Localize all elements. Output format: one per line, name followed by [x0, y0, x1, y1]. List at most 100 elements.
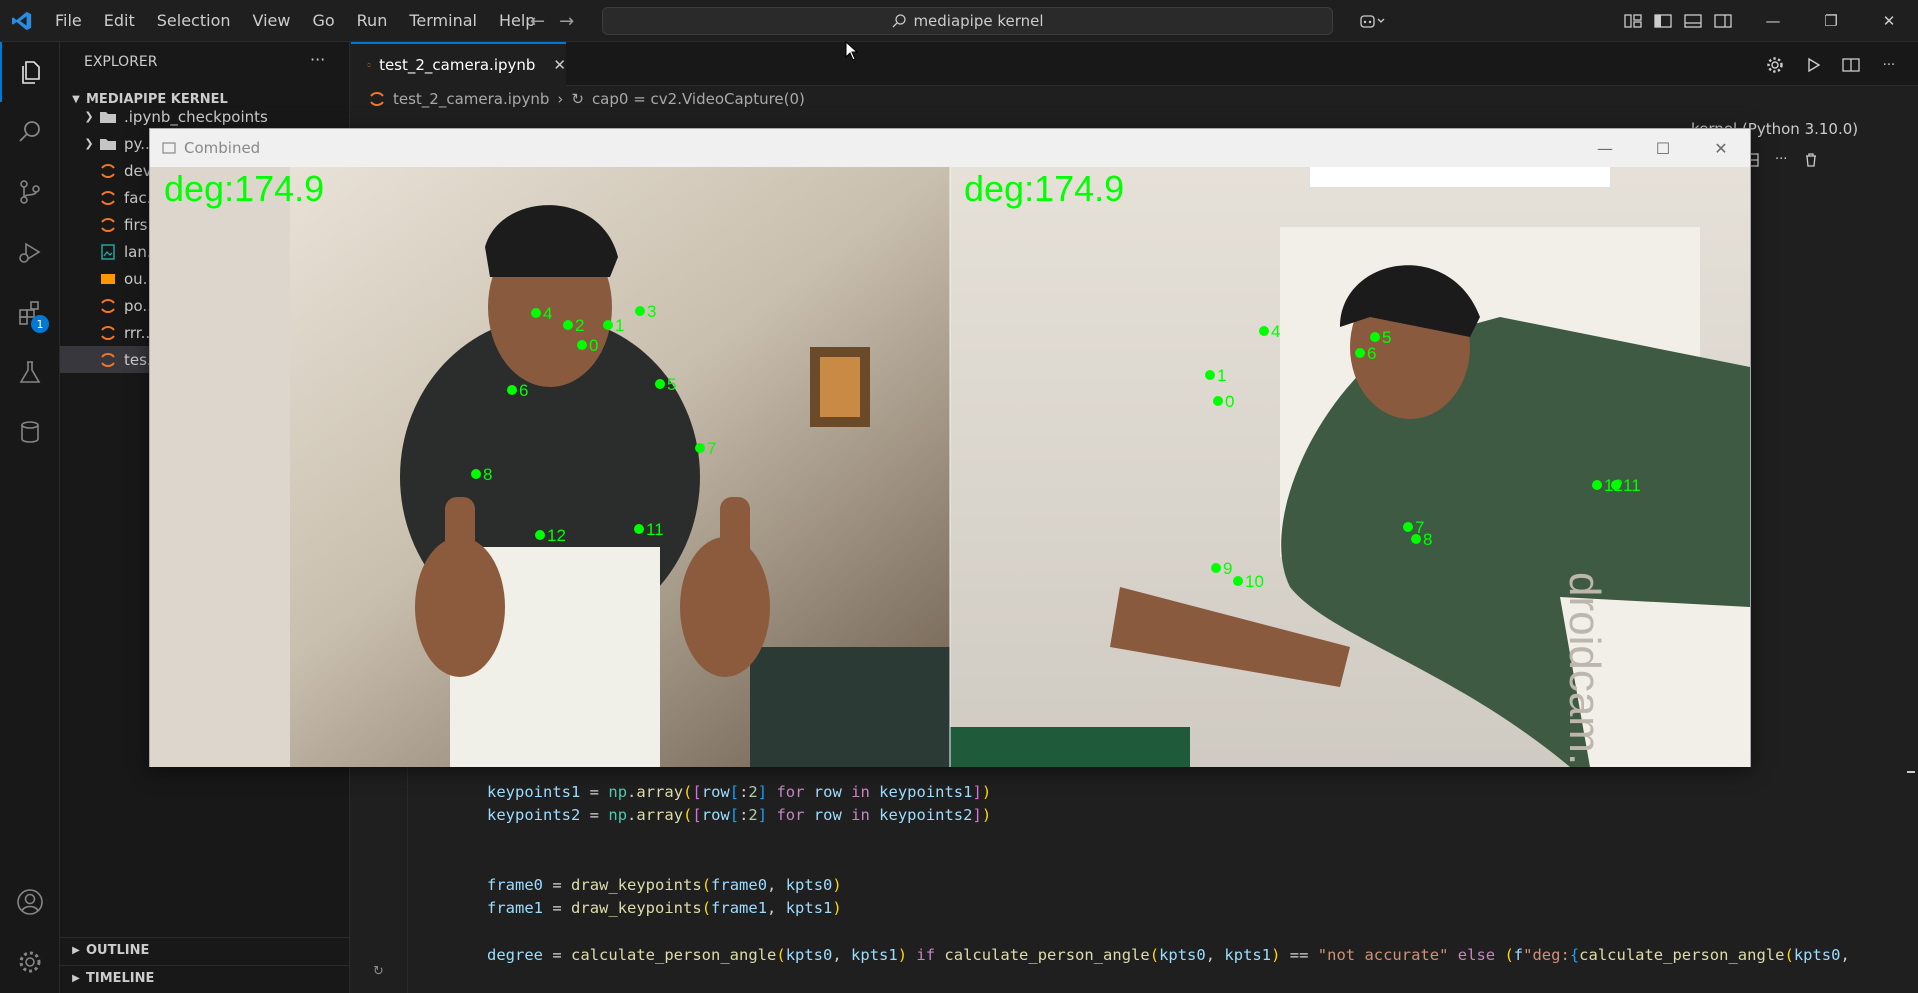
menu-edit[interactable]: Edit — [93, 0, 146, 42]
database-icon[interactable] — [0, 402, 60, 462]
refresh-icon[interactable]: ↻ — [373, 964, 384, 979]
search-view-icon[interactable] — [0, 102, 60, 162]
notebook-icon — [98, 324, 118, 342]
explorer-title: EXPLORER — [84, 54, 158, 70]
activity-bar: 1 — [0, 42, 60, 993]
scrollbar-marker[interactable] — [1907, 771, 1915, 773]
toggle-primary-sidebar-icon[interactable] — [1648, 6, 1678, 36]
keypoint-label: 5 — [667, 375, 676, 394]
keypoint-dot — [1213, 396, 1223, 406]
keypoint-label: 1 — [1217, 366, 1226, 385]
back-arrow-icon[interactable]: ← — [530, 11, 545, 32]
breadcrumb: test_2_camera.ipynb › ↻ cap0 = cv2.Video… — [369, 90, 805, 108]
keypoint-label: 8 — [1423, 530, 1432, 549]
split-editor-icon[interactable] — [1836, 50, 1866, 80]
minimize-icon[interactable]: — — [1576, 129, 1634, 167]
account-icon[interactable] — [0, 872, 60, 932]
right-degree-label: deg:174.9 — [964, 168, 1124, 209]
layout-controls — [1618, 0, 1738, 42]
keypoint-dot — [1233, 576, 1243, 586]
cell-actions: ··· — [1741, 152, 1819, 172]
menu-terminal[interactable]: Terminal — [398, 0, 488, 42]
menu-view[interactable]: View — [242, 0, 302, 42]
left-degree-label: deg:174.9 — [164, 168, 324, 209]
close-icon[interactable]: ✕ — [1692, 129, 1750, 167]
jupyter-icon — [370, 92, 384, 106]
code-line: keypoints1 = np.array([row[:2] for row i… — [487, 783, 992, 801]
keypoint-dot — [634, 524, 644, 534]
tree-item[interactable]: ❯ .ipynb_checkpoints — [60, 103, 350, 130]
more-icon[interactable]: ··· — [1874, 50, 1904, 80]
keypoint-dot — [1355, 348, 1365, 358]
breadcrumb-file[interactable]: test_2_camera.ipynb — [393, 90, 549, 108]
toggle-secondary-sidebar-icon[interactable] — [1708, 6, 1738, 36]
breadcrumb-symbol[interactable]: cap0 = cv2.VideoCapture(0) — [592, 90, 805, 108]
keypoint-label: 4 — [543, 304, 552, 323]
extensions-icon[interactable]: 1 — [0, 282, 60, 342]
opencv-window[interactable]: Combined — ☐ ✕ droidcam.app deg:174.9 de… — [149, 128, 1751, 767]
keypoint-dot — [471, 469, 481, 479]
maximize-icon[interactable]: ☐ — [1634, 129, 1692, 167]
run-debug-icon[interactable] — [0, 222, 60, 282]
more-cell-icon[interactable]: ··· — [1775, 152, 1787, 172]
keypoint-dot — [1211, 563, 1221, 573]
opencv-titlebar[interactable]: Combined — ☐ ✕ — [150, 129, 1750, 167]
outline-section[interactable]: ▶ OUTLINE — [60, 937, 350, 963]
forward-arrow-icon[interactable]: → — [559, 11, 574, 32]
toggle-panel-icon[interactable] — [1678, 6, 1708, 36]
vscode-logo-icon — [0, 0, 44, 42]
explorer-icon[interactable] — [0, 42, 60, 102]
chevron-right-icon: ❯ — [84, 110, 94, 123]
timeline-section[interactable]: ▶ TIMELINE — [60, 965, 350, 991]
right-camera-frame: droidcam.app — [950, 167, 1750, 767]
keypoint-label: 0 — [589, 336, 598, 355]
refresh-symbol-icon: ↻ — [571, 90, 584, 108]
keypoint-label: 6 — [519, 381, 528, 400]
search-text: mediapipe kernel — [913, 12, 1044, 30]
settings-gear-icon[interactable] — [0, 932, 60, 992]
customize-layout-icon[interactable] — [1618, 6, 1648, 36]
close-window-icon[interactable]: ✕ — [1860, 0, 1918, 42]
keypoint-dot — [695, 443, 705, 453]
video-icon — [98, 270, 118, 288]
menu-run[interactable]: Run — [346, 0, 399, 42]
restore-icon[interactable]: ❐ — [1802, 0, 1860, 42]
menu-go[interactable]: Go — [301, 0, 345, 42]
opencv-window-title: Combined — [184, 139, 261, 157]
minimize-icon[interactable]: — — [1744, 0, 1802, 42]
menu-file[interactable]: File — [44, 0, 93, 42]
keypoint-dot — [507, 385, 517, 395]
tab-test-2-camera[interactable]: test_2_camera.ipynb ✕ — [351, 42, 566, 86]
keypoint-label: 12 — [1604, 476, 1623, 495]
keypoint-dot — [577, 340, 587, 350]
keypoint-label: 12 — [547, 526, 566, 545]
delete-cell-icon[interactable] — [1803, 152, 1819, 172]
code-line: frame0 = draw_keypoints(frame0, kpts0) — [487, 876, 842, 894]
mouse-cursor-icon — [845, 41, 859, 61]
notebook-icon — [98, 216, 118, 234]
more-actions-icon[interactable]: ··· — [310, 50, 325, 69]
keypoint-dot — [1403, 522, 1413, 532]
tab-bar: test_2_camera.ipynb ✕ ··· — [351, 42, 1918, 86]
nav-arrows: ← → — [530, 0, 574, 42]
copilot-icon[interactable] — [1350, 6, 1396, 36]
run-icon[interactable] — [1798, 50, 1828, 80]
keypoint-label: 11 — [646, 520, 664, 539]
extensions-badge: 1 — [31, 315, 49, 333]
close-tab-icon[interactable]: ✕ — [553, 56, 566, 74]
title-bar: File Edit Selection View Go Run Terminal… — [0, 0, 1918, 42]
keypoint-label: 7 — [707, 439, 716, 458]
editor-actions: ··· — [1760, 50, 1904, 80]
gear-icon[interactable] — [1760, 50, 1790, 80]
keypoint-dot — [1411, 534, 1421, 544]
left-camera-frame — [150, 167, 950, 767]
folder-icon — [98, 108, 118, 126]
keypoint-label: 8 — [483, 465, 492, 484]
source-control-icon[interactable] — [0, 162, 60, 222]
notebook-icon — [98, 162, 118, 180]
testing-icon[interactable] — [0, 342, 60, 402]
menu-selection[interactable]: Selection — [146, 0, 242, 42]
command-center-search[interactable]: mediapipe kernel — [602, 7, 1333, 35]
code-line: frame1 = draw_keypoints(frame1, kpts1) — [487, 899, 842, 917]
keypoint-dot — [635, 306, 645, 316]
